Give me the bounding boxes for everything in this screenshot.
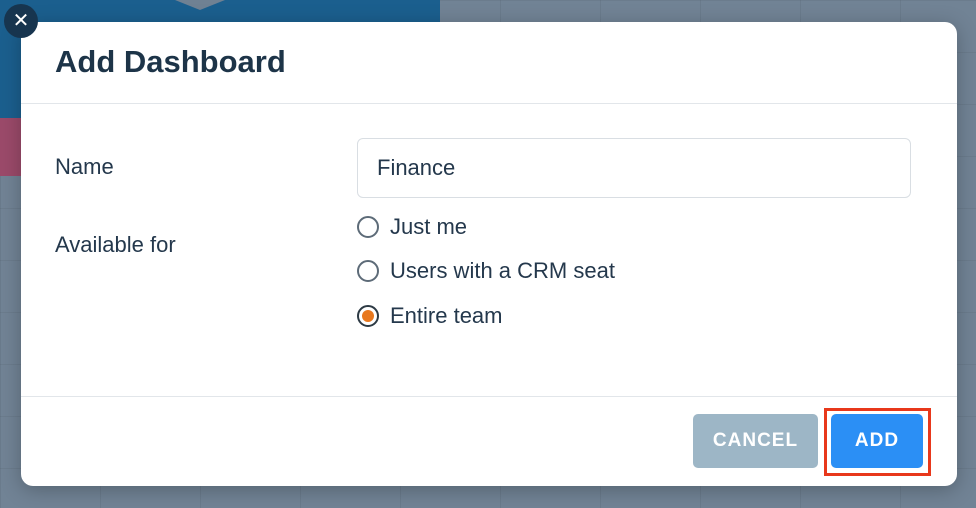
radio-option-just-me[interactable]: Just me <box>357 214 467 240</box>
close-button[interactable]: ✕ <box>4 4 38 38</box>
close-icon: ✕ <box>12 10 30 32</box>
radio-option-crm-seat[interactable]: Users with a CRM seat <box>357 258 615 284</box>
available-for-label: Available for <box>55 232 176 257</box>
radio-label: Just me <box>390 214 468 239</box>
dialog-title: Add Dashboard <box>55 44 286 79</box>
add-button[interactable]: ADD <box>831 414 923 468</box>
cancel-button[interactable]: CANCEL <box>693 414 818 468</box>
add-dashboard-dialog: Add Dashboard Name Available for Just me… <box>21 22 957 486</box>
dialog-footer: CANCEL ADD <box>21 396 957 486</box>
name-label: Name <box>55 154 114 179</box>
radio-button-selected[interactable] <box>357 305 379 327</box>
dialog-header: Add Dashboard <box>21 22 957 104</box>
radio-label: Users with a CRM seat <box>390 258 615 283</box>
radio-option-entire-team[interactable]: Entire team <box>357 303 503 329</box>
radio-button[interactable] <box>357 216 379 238</box>
radio-label: Entire team <box>390 303 503 328</box>
radio-button[interactable] <box>357 260 379 282</box>
name-input[interactable] <box>357 138 911 198</box>
dialog-body: Name Available for Just me Users with a … <box>21 104 957 397</box>
